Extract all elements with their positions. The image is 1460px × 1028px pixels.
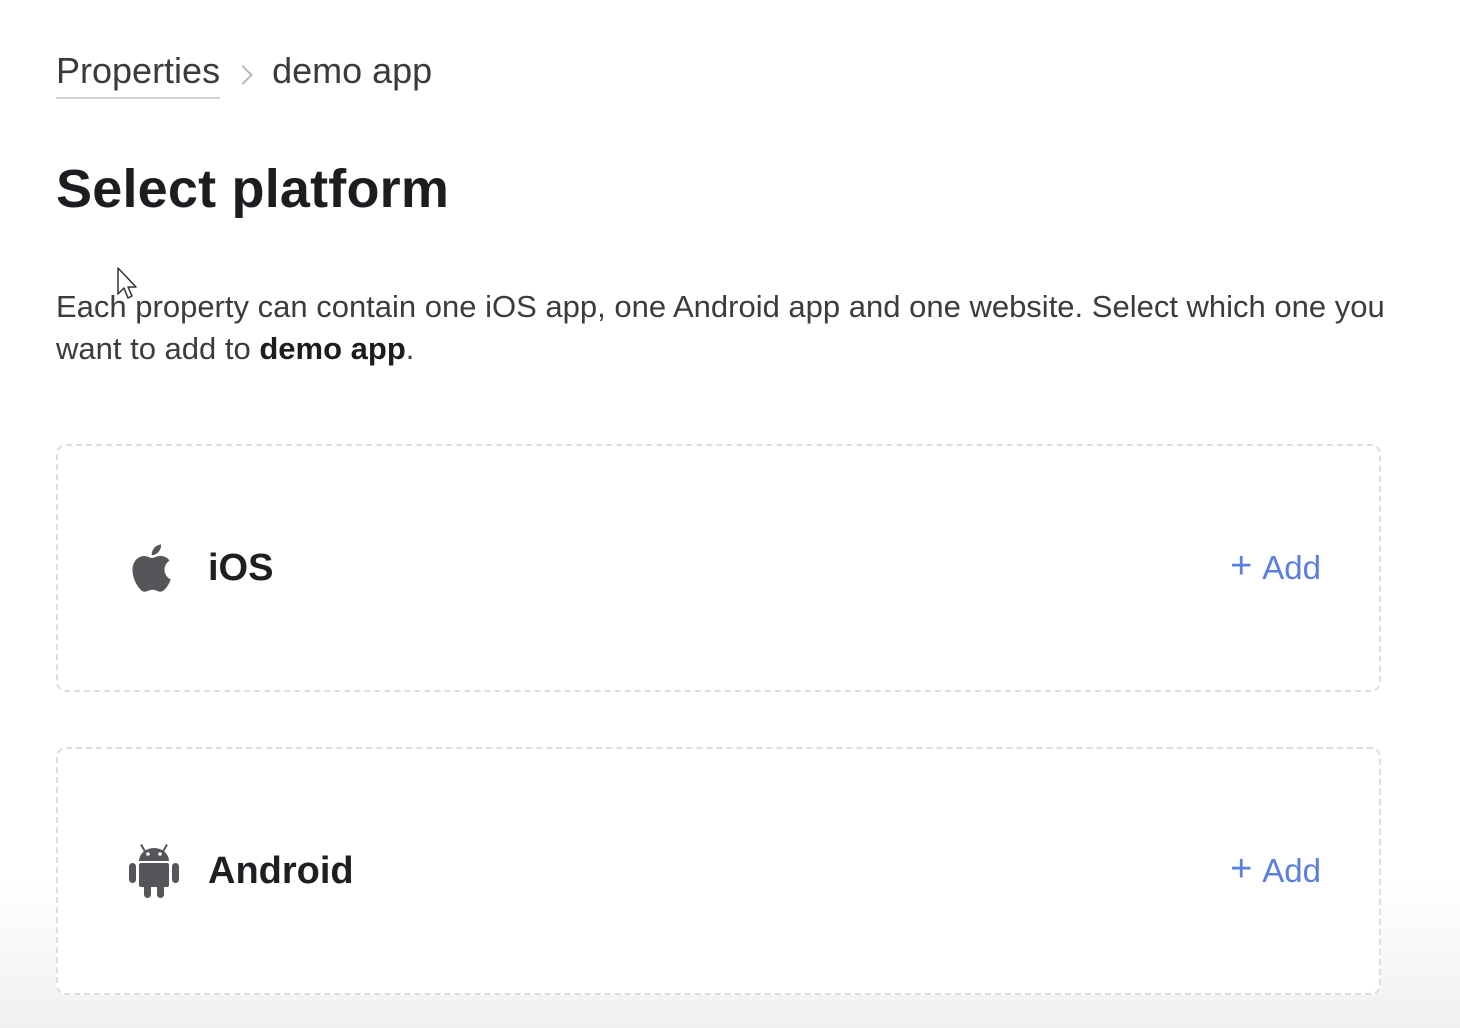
description-app-name: demo app xyxy=(259,331,406,366)
add-android-button[interactable]: + Add xyxy=(1230,848,1321,890)
plus-icon: + xyxy=(1230,545,1253,587)
platform-name-ios: iOS xyxy=(208,546,274,589)
description-suffix: . xyxy=(405,331,415,366)
apple-icon xyxy=(126,537,182,599)
breadcrumb-current: demo app xyxy=(272,50,433,91)
platform-name-android: Android xyxy=(208,849,354,892)
breadcrumb: Properties demo app xyxy=(56,48,432,100)
android-icon xyxy=(126,840,182,902)
description-text: Each property can contain one iOS app, o… xyxy=(56,289,1385,366)
add-android-label: Add xyxy=(1262,852,1321,889)
chevron-right-icon xyxy=(233,65,253,85)
add-ios-button[interactable]: + Add xyxy=(1230,545,1321,587)
page-description: Each property can contain one iOS app, o… xyxy=(56,286,1426,370)
platform-card-ios: iOS + Add xyxy=(56,444,1381,692)
add-ios-label: Add xyxy=(1262,549,1321,586)
plus-icon: + xyxy=(1230,848,1253,890)
breadcrumb-link-properties[interactable]: Properties xyxy=(56,49,221,99)
page-title: Select platform xyxy=(56,159,450,219)
platform-card-android: Android + Add xyxy=(56,747,1381,995)
